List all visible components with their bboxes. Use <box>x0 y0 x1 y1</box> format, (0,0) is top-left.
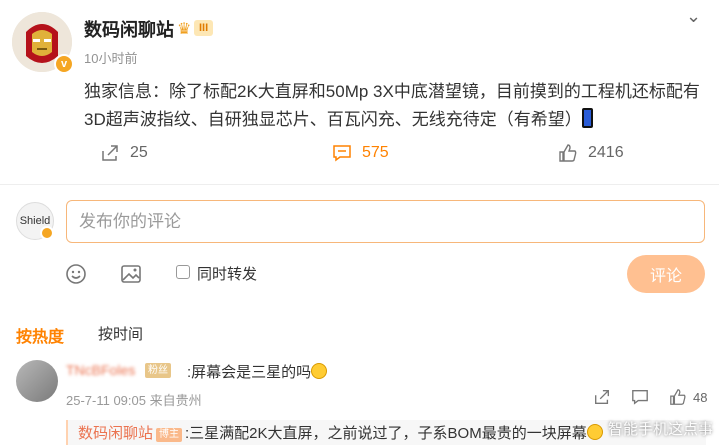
image-icon <box>121 265 141 283</box>
crown-icon: ♛ <box>177 21 192 38</box>
commenter-avatar[interactable] <box>16 360 58 402</box>
repost-checkbox[interactable] <box>176 265 190 279</box>
comment-text-body: :屏幕会是三星的吗 <box>187 364 312 381</box>
comment-like-count: 48 <box>693 389 708 405</box>
thumbs-up-icon <box>559 144 577 162</box>
fan-badge: 粉丝 <box>145 363 171 378</box>
comment-icon <box>333 145 351 162</box>
tab-sort-time[interactable]: 按时间 <box>98 323 143 344</box>
repost-label[interactable]: 同时转发 <box>197 263 257 284</box>
comment-button[interactable]: 575 <box>332 143 389 163</box>
smile-emoji-icon <box>311 363 328 379</box>
like-button[interactable]: 2416 <box>558 143 624 163</box>
comment-meta: 25-7-11 09:05 来自贵州 <box>66 393 202 408</box>
comment-icon[interactable] <box>631 388 649 406</box>
comment-text: :屏幕会是三星的吗 <box>187 361 328 382</box>
comment-input[interactable] <box>66 200 705 243</box>
emoji-button[interactable] <box>64 262 88 286</box>
post-text: 独家信息：除了标配2K大直屏和50Mp 3X中底潜望镜，目前摸到的工程机还标配有… <box>84 82 700 129</box>
smiley-icon <box>66 264 86 284</box>
share-button[interactable]: 25 <box>100 143 148 163</box>
watermark: 智能手机这点事 <box>607 421 713 438</box>
share-icon <box>102 145 118 161</box>
tab-sort-hot[interactable]: 按热度 <box>16 323 64 347</box>
author-badge: 博主 <box>156 428 183 442</box>
comment-actions: 48 <box>593 388 707 406</box>
post-time[interactable]: 10小时前 <box>84 48 137 67</box>
phone-emoji-icon <box>581 108 593 128</box>
image-button[interactable] <box>119 262 143 286</box>
reply-text: :三星满配2K大直屏，之前说过了，子系BOM最贵的一块屏幕 <box>185 425 587 442</box>
share-icon[interactable] <box>593 388 611 406</box>
chevron-down-icon[interactable]: ⌄ <box>686 6 701 27</box>
verified-badge: v <box>54 54 74 74</box>
thumbs-up-icon <box>670 389 686 405</box>
share-count: 25 <box>130 144 148 161</box>
like-count: 2416 <box>588 144 624 161</box>
level-badge: III <box>194 20 214 36</box>
post-content: 独家信息：除了标配2K大直屏和50Mp 3X中底潜望镜，目前摸到的工程机还标配有… <box>84 78 706 134</box>
commenter-name[interactable]: TNcBFoles <box>66 362 135 378</box>
submit-comment-button[interactable]: 评论 <box>627 255 705 293</box>
smile-emoji-icon <box>586 424 603 440</box>
my-verified-badge <box>40 226 54 240</box>
author-name[interactable]: 数码闲聊站 <box>84 16 174 42</box>
comment-count: 575 <box>362 144 389 161</box>
divider <box>0 184 719 185</box>
comment-like-button[interactable]: 48 <box>669 388 707 406</box>
reply-user[interactable]: 数码闲聊站 <box>78 425 153 442</box>
